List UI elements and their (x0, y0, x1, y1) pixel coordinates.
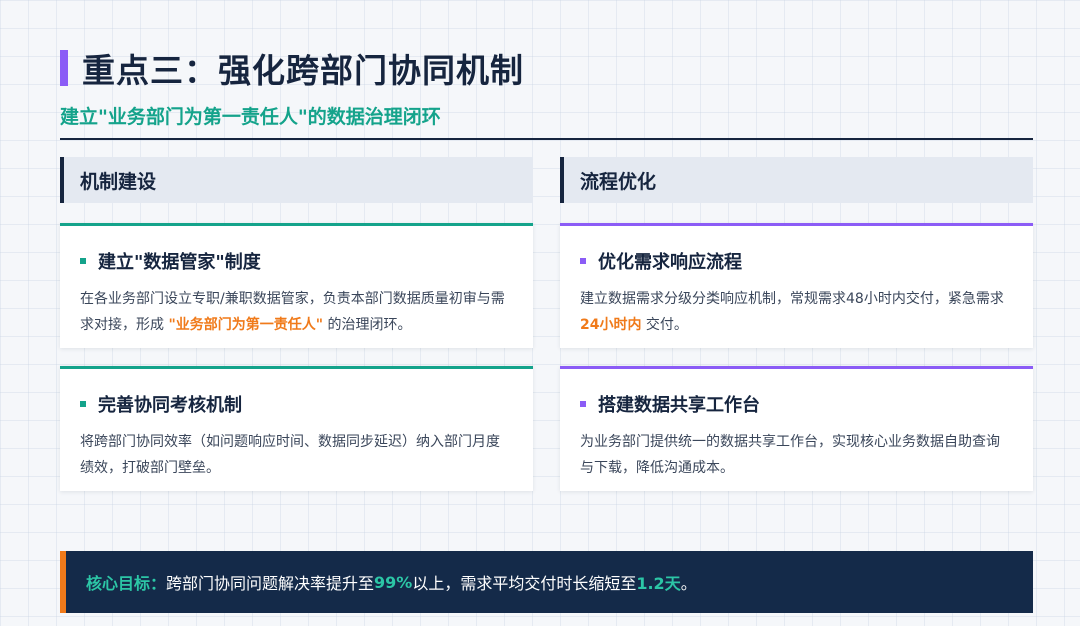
goal-text: 跨部门协同问题解决率提升至 (166, 574, 375, 593)
card-title: 建立"数据管家"制度 (98, 252, 261, 273)
card-body: 在各业务部门设立专职/兼职数据管家，负责本部门数据质量初审与需求对接，形成 "业… (80, 286, 513, 338)
card-title-row: 搭建数据共享工作台 (580, 391, 1013, 417)
column-process: 流程优化 优化需求响应流程 建立数据需求分级分类响应机制，常规需求48小时内交付… (560, 157, 1033, 491)
square-bullet-icon (580, 258, 586, 264)
column-heading: 机制建设 (60, 157, 533, 203)
title-accent-bar (60, 50, 68, 86)
goal-text: 。 (680, 574, 697, 593)
card-title-row: 建立"数据管家"制度 (80, 248, 513, 274)
square-bullet-icon (80, 401, 86, 407)
column-heading: 流程优化 (560, 157, 1033, 203)
goal-number: 99% (374, 572, 413, 592)
card-title: 完善协同考核机制 (98, 395, 242, 416)
square-bullet-icon (580, 401, 586, 407)
card-body-highlight: 24小时内 (580, 317, 642, 333)
card-title: 搭建数据共享工作台 (598, 395, 760, 416)
goal-text: 以上，需求平均交付时长缩短至 (412, 574, 637, 593)
card-collab-assessment: 完善协同考核机制 将跨部门协同效率（如问题响应时间、数据同步延迟）纳入部门月度绩… (60, 366, 533, 491)
card-body-text: 的治理闭环。 (323, 317, 412, 333)
card-body-text: 交付。 (641, 317, 688, 333)
column-mechanism: 机制建设 建立"数据管家"制度 在各业务部门设立专职/兼职数据管家，负责本部门数… (60, 157, 533, 491)
square-bullet-icon (80, 258, 86, 264)
card-body-highlight: "业务部门为第一责任人" (168, 317, 324, 333)
header-divider (60, 138, 1033, 140)
page-subtitle: 建立"业务部门为第一责任人"的数据治理闭环 (60, 106, 441, 128)
title-block: 重点三：强化跨部门协同机制 (60, 44, 524, 92)
page-title: 重点三：强化跨部门协同机制 (82, 51, 524, 90)
card-body: 将跨部门协同效率（如问题响应时间、数据同步延迟）纳入部门月度绩效，打破部门壁垒。 (80, 434, 500, 476)
goal-number: 1.2天 (636, 574, 681, 593)
goal-label: 核心目标： (86, 574, 167, 593)
card-title-row: 完善协同考核机制 (80, 391, 513, 417)
card-body: 建立数据需求分级分类响应机制，常规需求48小时内交付，紧急需求 24小时内 交付… (580, 286, 1013, 338)
card-body-text: 建立数据需求分级分类响应机制，常规需求48小时内交付，紧急需求 (580, 291, 1004, 307)
core-goal-banner: 核心目标： 跨部门协同问题解决率提升至 99% 以上，需求平均交付时长缩短至 1.… (60, 551, 1033, 613)
card-demand-response: 优化需求响应流程 建立数据需求分级分类响应机制，常规需求48小时内交付，紧急需求… (560, 223, 1033, 348)
card-data-sharing: 搭建数据共享工作台 为业务部门提供统一的数据共享工作台，实现核心业务数据自助查询… (560, 366, 1033, 491)
card-title: 优化需求响应流程 (598, 252, 742, 273)
card-title-row: 优化需求响应流程 (580, 248, 1013, 274)
card-data-steward: 建立"数据管家"制度 在各业务部门设立专职/兼职数据管家，负责本部门数据质量初审… (60, 223, 533, 348)
card-body: 为业务部门提供统一的数据共享工作台，实现核心业务数据自助查询与下载，降低沟通成本… (580, 434, 1000, 476)
